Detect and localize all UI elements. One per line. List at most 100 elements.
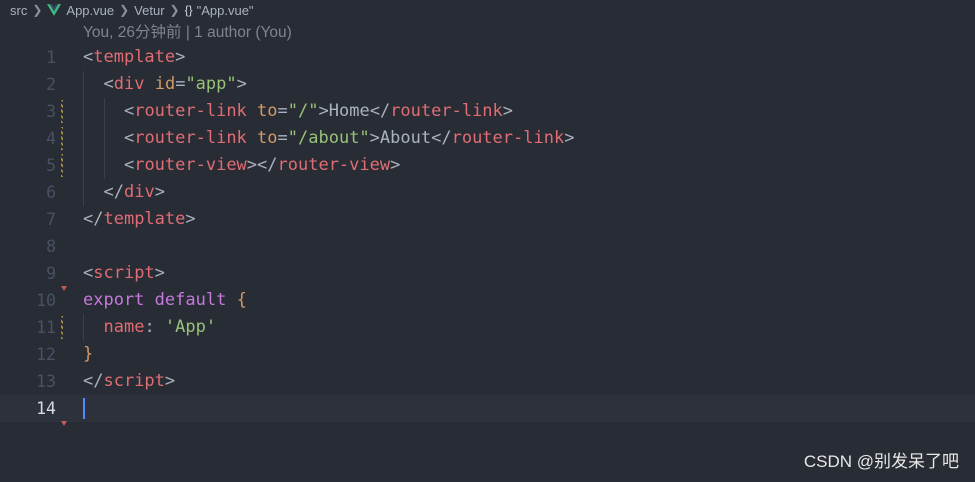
- code-token: </: [369, 101, 391, 121]
- code-token: >: [318, 101, 329, 121]
- code-token: <: [103, 74, 114, 94]
- code-token: default: [154, 290, 227, 310]
- code-token: </: [103, 182, 124, 202]
- line-number: 1: [46, 48, 56, 67]
- code-token: >: [236, 74, 247, 94]
- git-modified-indicator[interactable]: [61, 127, 63, 150]
- code-content[interactable]: <script>: [83, 260, 165, 287]
- code-token: "/": [287, 101, 319, 121]
- breadcrumb-item-symbol[interactable]: "App.vue": [197, 3, 254, 18]
- code-token: div: [123, 182, 155, 202]
- code-content[interactable]: </template>: [83, 206, 196, 233]
- git-modified-indicator[interactable]: [61, 100, 63, 123]
- code-token: router-link: [134, 101, 247, 121]
- code-token: =: [175, 74, 186, 94]
- code-token: >: [185, 209, 196, 229]
- code-editor[interactable]: 1 <template> 2 <div id="app"> 3 <router-lin…: [0, 44, 975, 426]
- code-line[interactable]: 1 <template>: [0, 44, 975, 71]
- code-token: name: [103, 317, 145, 337]
- code-token: template: [93, 47, 176, 67]
- code-token: <: [83, 263, 94, 283]
- code-token: >: [154, 182, 165, 202]
- git-deleted-marker-icon[interactable]: [61, 421, 67, 426]
- code-content[interactable]: </script>: [83, 368, 175, 395]
- code-token: router-link: [390, 101, 503, 121]
- code-line[interactable]: 9 <script>: [0, 260, 975, 291]
- line-number: 8: [46, 237, 56, 256]
- code-token: <: [123, 128, 135, 148]
- breadcrumb-item-vetur[interactable]: Vetur: [134, 3, 164, 18]
- code-line[interactable]: 4 <router-link to="/about">About</router…: [0, 125, 975, 152]
- code-token: <: [123, 155, 135, 175]
- code-token: <: [83, 47, 94, 67]
- line-number: 4: [46, 129, 56, 148]
- breadcrumb: src ❯ App.vue ❯ Vetur ❯ {} "App.vue": [0, 0, 975, 20]
- code-token: Home: [328, 101, 370, 121]
- code-content[interactable]: export default {: [83, 287, 247, 314]
- breadcrumb-item-file[interactable]: App.vue: [66, 3, 114, 18]
- code-token: "app": [185, 74, 237, 94]
- code-token: :: [144, 317, 165, 337]
- line-number: 3: [46, 102, 56, 121]
- code-line[interactable]: 8: [0, 233, 975, 260]
- code-content[interactable]: <router-view></router-view>: [83, 152, 400, 179]
- chevron-right-icon: ❯: [119, 3, 130, 17]
- code-line[interactable]: 12}: [0, 341, 975, 368]
- code-content[interactable]: name: 'App': [83, 314, 216, 341]
- code-token: =: [277, 128, 288, 148]
- code-token: </: [83, 209, 104, 229]
- code-content[interactable]: <template>: [83, 44, 185, 71]
- code-token: >: [154, 263, 165, 283]
- code-token: }: [83, 344, 94, 364]
- code-line[interactable]: 2 <div id="app">: [0, 71, 975, 98]
- code-line[interactable]: 7 </template>: [0, 206, 975, 233]
- code-content[interactable]: <router-link to="/about">About</router-l…: [83, 125, 574, 152]
- code-line[interactable]: 14: [0, 395, 975, 426]
- code-line[interactable]: 5 <router-view></router-view>: [0, 152, 975, 179]
- code-token: to: [257, 128, 278, 148]
- code-token: </: [83, 371, 104, 391]
- code-token: id: [154, 74, 176, 94]
- code-line[interactable]: 13 </script>: [0, 368, 975, 395]
- watermark: CSDN @别发呆了吧: [803, 452, 959, 471]
- code-content[interactable]: </div>: [83, 179, 165, 206]
- code-token: div: [113, 74, 145, 94]
- code-content[interactable]: <div id="app">: [83, 71, 247, 98]
- git-blame-codelens[interactable]: You, 26分钟前 | 1 author (You): [83, 23, 292, 43]
- line-number: 13: [36, 372, 56, 391]
- line-number: 2: [46, 75, 56, 94]
- git-modified-indicator[interactable]: [61, 154, 63, 177]
- breadcrumb-item-src[interactable]: src: [10, 3, 27, 18]
- code-token: =: [277, 101, 288, 121]
- code-token: router-link: [451, 128, 565, 148]
- code-token: router-view: [134, 155, 247, 175]
- code-token: >: [564, 128, 575, 148]
- code-line[interactable]: 3 <router-link to="/">Home</router-link>: [0, 98, 975, 125]
- line-number: 11: [36, 318, 56, 337]
- code-content[interactable]: <router-link to="/">Home</router-link>: [83, 98, 513, 125]
- code-token: >: [502, 101, 514, 121]
- code-content[interactable]: }: [83, 341, 93, 368]
- code-line[interactable]: 6 </div>: [0, 179, 975, 206]
- code-line[interactable]: 10 export default {: [0, 287, 975, 314]
- code-token: >: [390, 155, 401, 175]
- git-modified-indicator[interactable]: [61, 316, 63, 339]
- line-number: 7: [46, 210, 56, 229]
- braces-icon: {}: [184, 3, 193, 17]
- code-token: {: [236, 290, 247, 310]
- code-token: script: [103, 371, 165, 391]
- vue-file-icon: [47, 4, 62, 16]
- line-number: 14: [36, 399, 56, 418]
- code-token: router-link: [134, 128, 247, 148]
- line-number: 9: [46, 264, 56, 283]
- code-line[interactable]: 11 name: 'App': [0, 314, 975, 341]
- code-token: 'App': [164, 317, 217, 337]
